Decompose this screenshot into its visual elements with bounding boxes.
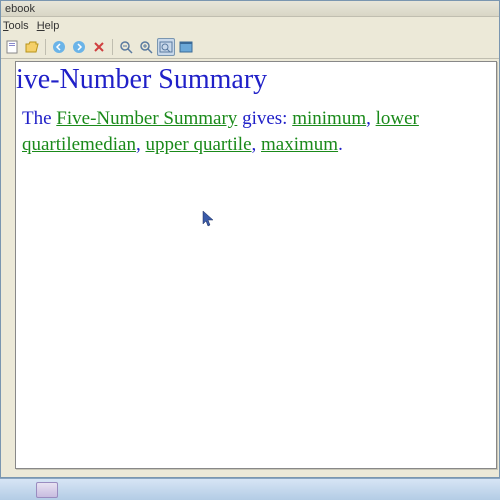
cursor-icon bbox=[202, 210, 216, 228]
term-maximum: maximum bbox=[261, 134, 338, 155]
menu-tools-rest: ools bbox=[9, 20, 29, 32]
zoom-out-icon[interactable] bbox=[117, 38, 135, 56]
text-mid: gives: bbox=[237, 108, 292, 129]
app-window: ebook Tools Help bbox=[0, 0, 500, 478]
zoom-fit-icon[interactable] bbox=[157, 38, 175, 56]
document-canvas: ive-Number Summary The Five-Number Summa… bbox=[15, 61, 497, 469]
menu-bar: Tools Help bbox=[1, 17, 499, 35]
term-minimum: minimum bbox=[292, 108, 366, 129]
taskbar bbox=[0, 478, 500, 500]
page-icon[interactable] bbox=[3, 38, 21, 56]
menu-help-rest: elp bbox=[45, 20, 60, 32]
sep: , bbox=[366, 108, 376, 129]
text-prefix: The bbox=[22, 108, 56, 129]
sep: , bbox=[252, 134, 262, 155]
open-icon[interactable] bbox=[23, 38, 41, 56]
forward-icon[interactable] bbox=[70, 38, 88, 56]
zoom-in-icon[interactable] bbox=[137, 38, 155, 56]
menu-tools[interactable]: Tools bbox=[3, 20, 29, 32]
body-text: The Five-Number Summary gives: minimum, … bbox=[22, 106, 494, 157]
back-icon[interactable] bbox=[50, 38, 68, 56]
window-title: ebook bbox=[5, 3, 35, 15]
menu-help[interactable]: Help bbox=[37, 20, 60, 32]
term-upper-quartile: upper quartile bbox=[145, 134, 251, 155]
fullscreen-icon[interactable] bbox=[177, 38, 195, 56]
delete-icon[interactable] bbox=[90, 38, 108, 56]
period: . bbox=[338, 134, 343, 155]
term-five-number-summary: Five-Number Summary bbox=[56, 108, 237, 129]
separator-icon bbox=[45, 39, 46, 55]
separator-icon bbox=[112, 39, 113, 55]
term-median: median bbox=[80, 134, 136, 155]
toolbar bbox=[1, 35, 499, 59]
taskbar-item[interactable] bbox=[36, 482, 58, 498]
page-heading: ive-Number Summary bbox=[16, 64, 267, 96]
title-bar: ebook bbox=[1, 1, 499, 17]
